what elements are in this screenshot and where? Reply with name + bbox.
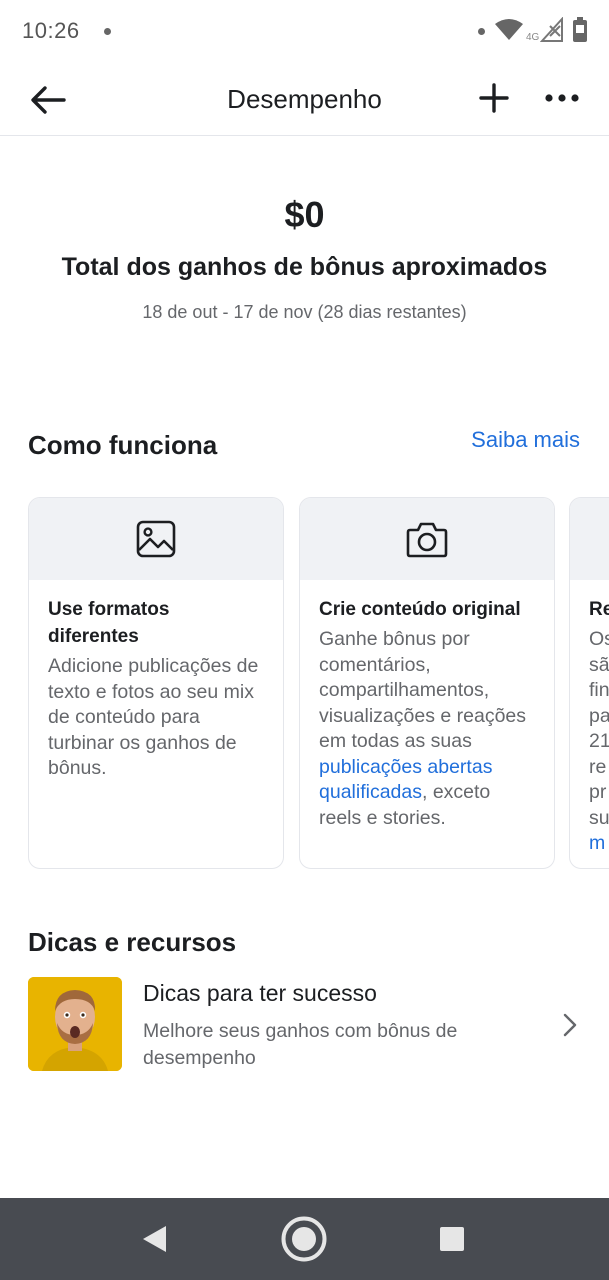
total-bonus-label: Total dos ganhos de bônus aproximados — [61, 253, 548, 281]
card-description: Os sã fin pa 21 re pr su m — [589, 627, 609, 857]
how-it-works-title: Como funciona — [28, 430, 218, 460]
card-text-line: fin — [589, 679, 609, 701]
card-header — [29, 498, 283, 580]
square-recents-icon — [440, 1227, 464, 1251]
app-bar: Desempenho — [0, 64, 609, 136]
wifi-icon — [495, 19, 523, 40]
nav-back-button[interactable] — [128, 1213, 180, 1265]
circle-home-icon — [281, 1216, 327, 1262]
status-time: 10:26 — [22, 18, 80, 43]
card-text-line: pa — [589, 704, 609, 727]
signal-icon — [540, 17, 563, 42]
card-description: Adicione publicações de texto e fotos ao… — [48, 655, 259, 779]
how-it-works-carousel[interactable]: Use formatos diferentes Adicione publica… — [28, 497, 609, 869]
tip-subtitle: Melhore seus ganhos com bônus de desempe… — [143, 1020, 458, 1069]
card-link-partial[interactable]: m — [589, 831, 609, 857]
status-bar: 10:26 4G — [0, 0, 609, 64]
more-horizontal-icon — [545, 94, 579, 102]
network-type-label: 4G — [526, 32, 540, 43]
image-icon — [136, 520, 176, 558]
card-title: Re — [589, 599, 609, 620]
card-header — [300, 498, 554, 580]
notification-dot — [104, 28, 111, 35]
total-bonus-amount: $0 — [284, 194, 325, 235]
card-header — [570, 498, 609, 580]
plus-icon — [479, 83, 509, 113]
notification-dot — [478, 28, 485, 35]
nav-recents-button[interactable] — [426, 1213, 478, 1265]
page-title: Desempenho — [227, 84, 382, 114]
card-text-line: 21 — [589, 730, 609, 752]
how-it-works-card[interactable]: Use formatos diferentes Adicione publica… — [28, 497, 284, 869]
triangle-back-icon — [143, 1226, 166, 1252]
chevron-right-icon — [563, 1013, 577, 1037]
battery-icon — [573, 17, 587, 42]
tips-title: Dicas e recursos — [28, 927, 237, 957]
camera-icon — [406, 522, 448, 558]
how-it-works-card[interactable]: Crie conteúdo original Ganhe bônus por c… — [299, 497, 555, 869]
card-description: Ganhe bônus por comentários, compartilha… — [319, 627, 535, 831]
learn-more-link[interactable]: Saiba mais — [471, 427, 580, 453]
card-title: Use formatos diferentes — [48, 599, 170, 647]
card-text-line: su — [589, 806, 609, 829]
how-it-works-card-partial[interactable]: Re Os sã fin pa 21 re pr su m — [569, 497, 609, 869]
card-description-text: Ganhe bônus por comentários, compartilha… — [319, 628, 527, 752]
tip-thumbnail — [28, 977, 122, 1071]
card-text-line: re — [589, 755, 607, 778]
person-photo-icon — [28, 977, 122, 1071]
nav-home-button[interactable] — [278, 1213, 330, 1265]
tip-item[interactable]: Dicas para ter sucesso Melhore seus ganh… — [28, 977, 588, 1073]
system-navigation-bar — [0, 1198, 609, 1280]
card-text-line: sã — [589, 653, 609, 676]
card-text-line: Os — [589, 628, 609, 650]
more-options-button[interactable] — [540, 78, 584, 118]
date-range: 18 de out - 17 de nov (28 dias restantes… — [142, 302, 467, 322]
tip-title: Dicas para ter sucesso — [143, 980, 377, 1006]
card-text-line: pr — [589, 781, 607, 803]
card-title: Crie conteúdo original — [319, 599, 521, 620]
add-button[interactable] — [474, 78, 514, 118]
